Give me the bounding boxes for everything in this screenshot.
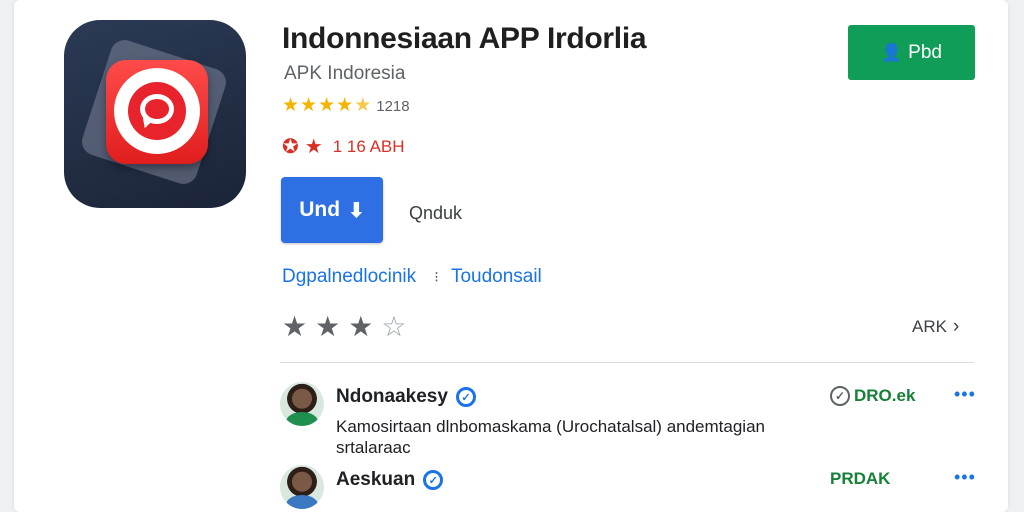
- secondary-action-text[interactable]: Qnduk: [409, 203, 462, 224]
- review-text: Kamosirtaan dlnbomaskama (Urochatalsal) …: [336, 417, 765, 457]
- install-button[interactable]: Und ⬇: [281, 177, 383, 243]
- top-action-label: Pbd: [908, 41, 942, 63]
- divider: [280, 362, 974, 363]
- review-status[interactable]: PRDAK: [830, 469, 890, 489]
- review-status[interactable]: ✓ DRO.ek: [830, 386, 915, 406]
- app-detail-card: Indonnesiaan APP Irdorlia APK Indoresia …: [14, 0, 1008, 512]
- download-arrow-icon: ⬇: [348, 199, 365, 222]
- install-button-label: Und: [299, 198, 341, 221]
- rate-star-icon[interactable]: ★: [348, 310, 373, 343]
- badge-star-outline-icon: ✪: [282, 136, 299, 158]
- apk-link[interactable]: ARK ›: [912, 316, 959, 338]
- separator-dot-icon: ⁝: [434, 269, 439, 286]
- app-subtitle[interactable]: APK Indoresia: [284, 63, 405, 85]
- rate-star-empty-icon[interactable]: ☆: [381, 310, 406, 343]
- app-icon[interactable]: [64, 20, 246, 208]
- star-icon: ★: [336, 95, 354, 116]
- badge-text: 1 16 ABH: [332, 136, 405, 156]
- verified-icon: ✓: [455, 387, 476, 407]
- reviewer-name-text: Ndonaakesy: [336, 386, 448, 407]
- more-icon[interactable]: •••: [954, 384, 976, 405]
- rate-star-icon[interactable]: ★: [315, 310, 340, 343]
- apk-link-label: ARK: [912, 317, 947, 336]
- avatar-shirt: [286, 412, 318, 426]
- app-title: Indonnesiaan APP Irdorlia: [282, 22, 647, 55]
- chevron-right-icon: ›: [952, 316, 960, 337]
- rate-app-stars: ★ ★ ★ ☆: [282, 310, 414, 343]
- top-action-button[interactable]: 👤 Pbd: [848, 25, 975, 80]
- check-circle-icon: ✓: [830, 386, 850, 406]
- rating-count: 1218: [376, 97, 410, 115]
- rating-row: ★ ★ ★ ★ ★ 1218: [282, 96, 410, 116]
- category-link[interactable]: Toudonsail: [451, 266, 542, 288]
- avatar-shirt: [286, 495, 318, 509]
- reviewer-name: Aeskuan ✓: [336, 469, 444, 491]
- star-icon: ★: [300, 95, 318, 116]
- star-icon: ★: [282, 95, 300, 116]
- avatar[interactable]: [280, 465, 324, 509]
- star-half-icon: ★: [354, 95, 372, 116]
- verified-icon: ✓: [423, 470, 444, 490]
- star-icon: ★: [318, 95, 336, 116]
- developer-link[interactable]: Dgpalnedlocinik: [282, 266, 416, 288]
- reviewer-name-text: Aeskuan: [336, 469, 416, 490]
- person-icon: 👤: [881, 42, 903, 62]
- more-icon[interactable]: •••: [954, 467, 976, 488]
- rate-star-icon[interactable]: ★: [282, 310, 307, 343]
- links-row: Dgpalnedlocinik ⁝ Toudonsail: [282, 266, 542, 288]
- reviewer-name: Ndonaakesy ✓: [336, 386, 476, 408]
- review-status-label: DRO.ek: [854, 386, 916, 405]
- badge-row: ✪ ★ 1 16 ABH: [282, 134, 405, 159]
- review-status-label: PRDAK: [830, 469, 891, 488]
- badge-star-icon: ★: [304, 136, 323, 158]
- avatar[interactable]: [280, 382, 324, 426]
